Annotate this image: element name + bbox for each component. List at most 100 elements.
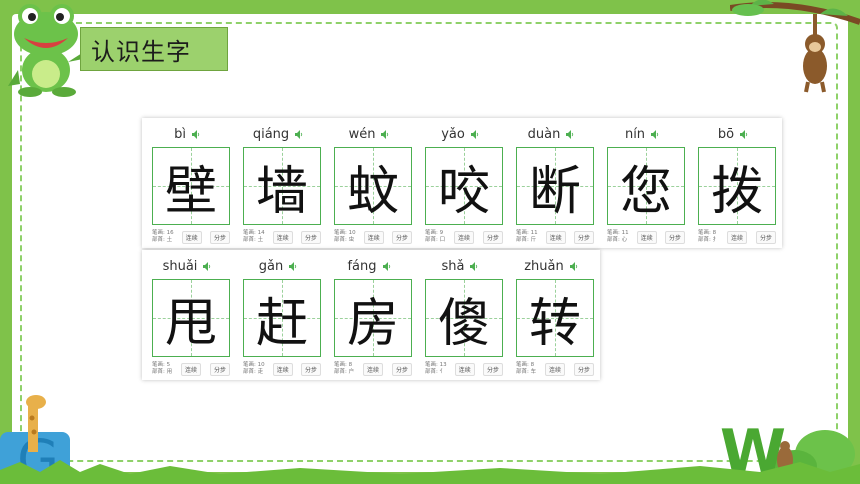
stroke-info: 笔画: 8 部首: 车: [516, 362, 536, 376]
card-footer: 笔画: 14 部首: 土连续 分步: [243, 229, 321, 245]
hanzi-character: 拨: [710, 161, 763, 222]
pinyin-row: zhuǎn: [510, 256, 592, 276]
hanzi-character: 咬: [437, 161, 490, 222]
speaker-icon[interactable]: [566, 129, 574, 139]
step-play-button[interactable]: 分步: [300, 230, 321, 244]
card-footer: 笔画: 8 部首: 扌连续 分步: [698, 229, 776, 245]
speaker-icon[interactable]: [651, 129, 659, 139]
tianzige-grid[interactable]: 拨: [698, 147, 776, 225]
hanzi-character: 墙: [255, 161, 308, 222]
character-card: bō 拨笔画: 8 部首: 扌连续 分步: [692, 120, 776, 246]
tianzige-grid[interactable]: 壁: [152, 147, 230, 225]
speaker-icon[interactable]: [191, 129, 200, 139]
character-card: qiáng 墙笔画: 14 部首: 土连续 分步: [237, 120, 321, 246]
speaker-icon[interactable]: [381, 129, 389, 139]
step-play-button[interactable]: 分步: [573, 362, 594, 376]
step-play-button[interactable]: 分步: [209, 230, 230, 244]
tianzige-grid[interactable]: 甩: [152, 279, 230, 357]
continuous-play-button[interactable]: 连续: [454, 230, 475, 244]
pinyin-label: fáng: [347, 258, 377, 274]
radical-info: 部首: 口: [425, 237, 446, 243]
radical-info: 部首: 土: [152, 237, 173, 243]
tianzige-grid[interactable]: 您: [607, 147, 685, 225]
tianzige-grid[interactable]: 断: [516, 147, 594, 225]
stroke-info: 笔画: 11 部首: 斤: [516, 230, 538, 244]
step-play-button[interactable]: 分步: [482, 362, 503, 376]
step-play-button[interactable]: 分步: [391, 362, 412, 376]
card-footer: 笔画: 8 部首: 车连续 分步: [516, 361, 594, 377]
step-play-button[interactable]: 分步: [391, 230, 412, 244]
pinyin-row: shǎ: [419, 256, 501, 276]
continuous-play-button[interactable]: 连续: [181, 230, 202, 244]
continuous-play-button[interactable]: 连续: [545, 362, 566, 376]
pinyin-row: wén: [328, 124, 410, 144]
stroke-count: 笔画: 5: [152, 362, 171, 368]
pinyin-row: yǎo: [419, 124, 501, 144]
continuous-play-button[interactable]: 连续: [454, 362, 475, 376]
speaker-icon[interactable]: [470, 261, 478, 271]
step-play-button[interactable]: 分步: [755, 230, 776, 244]
card-footer: 笔画: 11 部首: 斤连续 分步: [516, 229, 594, 245]
pinyin-row: bì: [146, 124, 228, 144]
continuous-play-button[interactable]: 连续: [363, 362, 384, 376]
speaker-icon[interactable]: [203, 261, 211, 271]
section-title: 认识生字: [91, 37, 191, 66]
stroke-info: 笔画: 9 部首: 口: [425, 230, 445, 244]
tianzige-grid[interactable]: 墙: [243, 147, 321, 225]
section-title-box: 认识生字: [80, 27, 228, 71]
continuous-play-button[interactable]: 连续: [272, 362, 293, 376]
stroke-info: 笔画: 8 部首: 户: [334, 362, 354, 376]
stroke-info: 笔画: 14 部首: 土: [243, 230, 265, 244]
speaker-icon[interactable]: [295, 129, 303, 139]
speaker-icon[interactable]: [382, 261, 391, 271]
step-play-button[interactable]: 分步: [664, 230, 685, 244]
speaker-icon[interactable]: [470, 129, 479, 139]
speaker-icon[interactable]: [569, 261, 578, 271]
pinyin-label: gǎn: [258, 258, 284, 274]
step-play-button[interactable]: 分步: [573, 230, 594, 244]
speaker-icon[interactable]: [740, 129, 748, 139]
hanzi-character: 赶: [255, 293, 308, 354]
radical-info: 部首: 车: [516, 369, 537, 375]
pinyin-label: bì: [174, 126, 186, 142]
pinyin-label: yǎo: [441, 126, 465, 142]
card-footer: 笔画: 10 部首: 走连续 分步: [243, 361, 321, 377]
pinyin-label: shuǎi: [162, 258, 198, 274]
continuous-play-button[interactable]: 连续: [363, 230, 384, 244]
radical-info: 部首: 走: [243, 369, 264, 375]
continuous-play-button[interactable]: 连续: [727, 230, 748, 244]
stroke-count: 笔画: 11: [516, 230, 538, 236]
pinyin-label: nín: [624, 126, 646, 142]
continuous-play-button[interactable]: 连续: [636, 230, 657, 244]
character-card: shuǎi 甩笔画: 5 部首: 用连续 分步: [146, 252, 230, 378]
stroke-info: 笔画: 10 部首: 走: [243, 362, 265, 376]
character-card: fáng 房笔画: 8 部首: 户连续 分步: [328, 252, 412, 378]
radical-info: 部首: 心: [607, 237, 628, 243]
pinyin-label: bō: [717, 126, 735, 142]
character-card: zhuǎn 转笔画: 8 部首: 车连续 分步: [510, 252, 594, 378]
step-play-button[interactable]: 分步: [209, 362, 230, 376]
character-card: shǎ 傻笔画: 13 部首: 亻连续 分步: [419, 252, 503, 378]
pinyin-row: qiáng: [237, 124, 319, 144]
tianzige-grid[interactable]: 傻: [425, 279, 503, 357]
stroke-count: 笔画: 8: [698, 230, 717, 236]
continuous-play-button[interactable]: 连续: [545, 230, 566, 244]
step-play-button[interactable]: 分步: [482, 230, 503, 244]
tianzige-grid[interactable]: 咬: [425, 147, 503, 225]
tianzige-grid[interactable]: 蚊: [334, 147, 412, 225]
continuous-play-button[interactable]: 连续: [272, 230, 293, 244]
speaker-icon[interactable]: [289, 261, 297, 271]
continuous-play-button[interactable]: 连续: [181, 362, 202, 376]
card-footer: 笔画: 8 部首: 户连续 分步: [334, 361, 412, 377]
stroke-info: 笔画: 13 部首: 亻: [425, 362, 447, 376]
pinyin-row: shuǎi: [146, 256, 228, 276]
character-card: duàn 断笔画: 11 部首: 斤连续 分步: [510, 120, 594, 246]
stroke-info: 笔画: 11 部首: 心: [607, 230, 629, 244]
step-play-button[interactable]: 分步: [300, 362, 321, 376]
stroke-count: 笔画: 14: [243, 230, 265, 236]
tianzige-grid[interactable]: 房: [334, 279, 412, 357]
pinyin-label: duàn: [527, 126, 561, 142]
tianzige-grid[interactable]: 赶: [243, 279, 321, 357]
card-footer: 笔画: 10 部首: 虫连续 分步: [334, 229, 412, 245]
tianzige-grid[interactable]: 转: [516, 279, 594, 357]
